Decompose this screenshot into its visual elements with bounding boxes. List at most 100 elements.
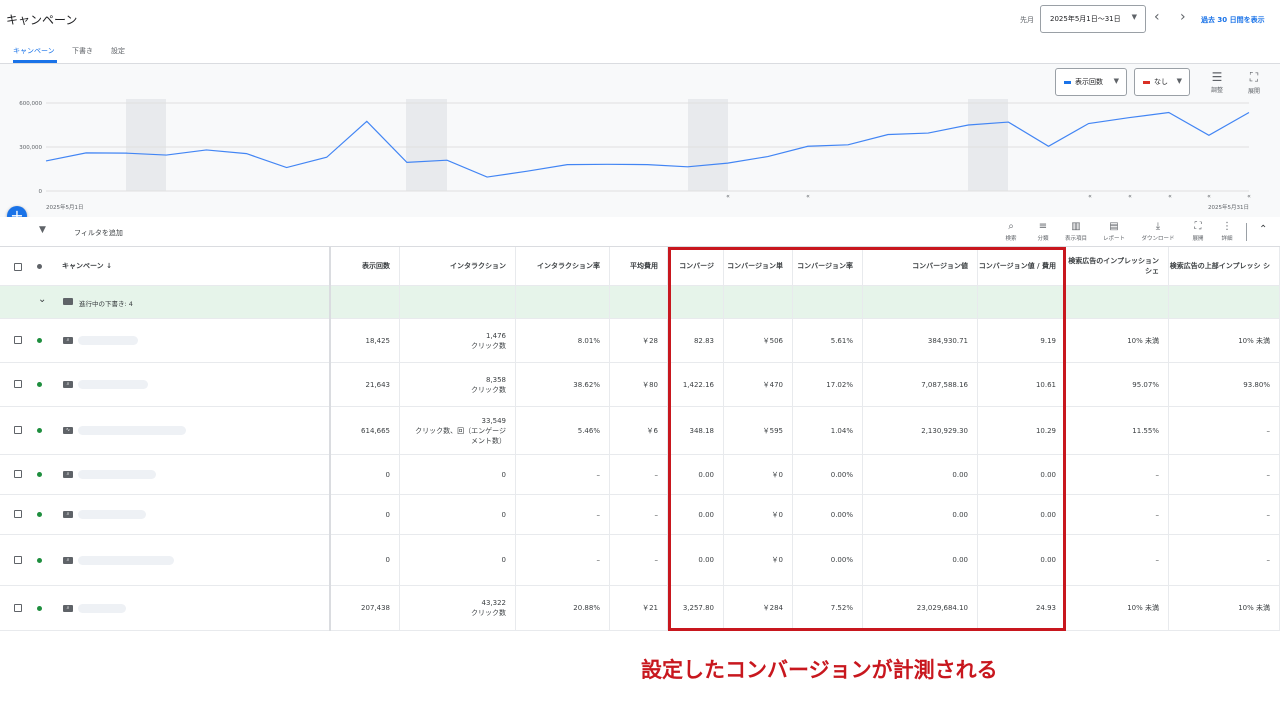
row-checkbox[interactable] [14, 336, 22, 344]
adjust-chart-button[interactable]: ☰ 調整 [1206, 70, 1228, 94]
campaign-name-redacted[interactable] [78, 336, 138, 345]
table-row[interactable]: ⌕ 21,643 8,358 クリック数 38.62% ￥80 1,422.16 ￥470 17… [0, 363, 1280, 407]
cell-is1: – [1066, 455, 1169, 494]
group-cell [1066, 286, 1169, 318]
campaign-name-redacted[interactable] [78, 555, 174, 565]
fullscreen-icon: ⛶ [1249, 70, 1259, 84]
toolbar-divider [1246, 223, 1247, 241]
filter-icon[interactable]: ▼ [39, 225, 46, 235]
cell-avg_cost: – [610, 455, 668, 494]
enabled-status-icon [37, 512, 42, 517]
row-checkbox[interactable] [14, 603, 22, 612]
weekend-band [968, 99, 1008, 191]
group-cell [1169, 286, 1280, 318]
metric1-selector[interactable]: 表示回数 ▼ [1055, 68, 1127, 96]
table-row[interactable]: ∿ 614,665 33,549 クリック数、回（エンゲージ メント数） 5.46% ￥6… [0, 407, 1280, 455]
expand-table-button[interactable]: ⛶ 展開 [1187, 221, 1209, 242]
column-header[interactable]: 表示回数 [330, 247, 400, 285]
cell-is2: – [1169, 535, 1280, 585]
chevron-down-icon[interactable]: ⌄ [38, 294, 46, 305]
column-header[interactable]: 平均費用 [610, 247, 668, 285]
dropdown-arrow-icon: ▼ [1176, 77, 1182, 85]
previous-period-icon[interactable]: ‹ [1154, 9, 1160, 25]
cell-interactions: 8,358 クリック数 [400, 363, 516, 406]
last-30-days-link[interactable]: 過去 30 日間を表示 [1201, 15, 1265, 25]
cell-rate: 20.88% [516, 586, 610, 630]
campaign-name-redacted[interactable] [78, 510, 146, 519]
campaign-name-redacted[interactable] [78, 380, 148, 389]
campaign-name-redacted[interactable] [78, 603, 126, 613]
reports-button[interactable]: ▤ レポート [1099, 221, 1129, 242]
more-label: 詳細 [1221, 236, 1233, 242]
search-label: 検索 [1005, 236, 1017, 242]
expand-label: 展開 [1247, 88, 1260, 95]
cell-is1: 11.55% [1066, 407, 1169, 454]
column-header[interactable]: 検索広告のインプレッション シェ [1066, 247, 1169, 285]
add-filter-button[interactable]: フィルタを追加 [74, 228, 123, 238]
search-button[interactable]: ⌕ 検索 [1001, 221, 1021, 242]
table-row[interactable]: ⌕ 18,425 1,476 クリック数 8.01% ￥28 82.83 ￥506 5.61% 3… [0, 319, 1280, 363]
date-range-selector[interactable]: 2025年5月1日～31日 ▼ [1040, 5, 1146, 33]
segment-button[interactable]: ≡ 分類 [1033, 221, 1053, 242]
cell-interactions: 0 [400, 455, 516, 494]
tab-campaigns[interactable]: キャンペーン [13, 46, 55, 56]
table-row[interactable]: ⌕ 0 0– –0.00 ￥0 0.00% 0.00 0.00– – [0, 535, 1280, 586]
cell-is1: – [1066, 495, 1169, 534]
sliders-icon: ☰ [1211, 70, 1223, 84]
campaign-name-redacted[interactable] [78, 470, 156, 479]
cell-is2: 10% 未満 [1169, 319, 1280, 362]
cell-rate: 38.62% [516, 363, 610, 406]
annotation-marker-icon: « [1088, 193, 1092, 200]
cell-avg_cost: ￥6 [610, 407, 668, 454]
y-tick-label: 300,000 [19, 145, 42, 151]
enabled-status-icon [37, 428, 42, 433]
interactions-value: 0 [501, 556, 506, 564]
columns-button[interactable]: ▥ 表示項目 [1061, 221, 1091, 242]
expand-chart-button[interactable]: ⛶ 展開 [1243, 70, 1265, 95]
drafts-group-row[interactable]: ⌄ 進行中の下書き: 4 [0, 286, 1280, 319]
cell-is2: – [1169, 455, 1280, 494]
column-header[interactable]: キャンペーン ↓ [0, 247, 330, 285]
conversion-columns-highlight [668, 247, 1066, 631]
cell-interactions: 0 [400, 495, 516, 534]
next-period-icon[interactable]: › [1180, 9, 1186, 25]
annotation-marker-icon: « [1168, 193, 1172, 200]
interactions-value: 0 [501, 510, 506, 519]
enabled-status-icon [37, 338, 42, 343]
table-row[interactable]: ⌕ 0 0– –0.00 ￥0 0.00% 0.00 0.00– – [0, 495, 1280, 535]
row-checkbox[interactable] [14, 510, 22, 518]
group-label: 進行中の下書き: 4 [79, 300, 133, 308]
expand-icon: ⛶ [1194, 221, 1202, 232]
metric2-selector[interactable]: なし ▼ [1134, 68, 1190, 96]
column-header[interactable]: 検索広告の上部インプレッシ シ [1169, 247, 1280, 285]
chevron-up-icon[interactable]: ⌃ [1259, 224, 1267, 235]
table-header-row: キャンペーン ↓ 表示回数 インタラクション インタラクション率 平均費用 コンバージ コン… [0, 247, 1280, 286]
columns-icon: ▥ [1071, 221, 1081, 232]
annotation-marker-icon: « [726, 193, 730, 200]
row-checkbox[interactable] [14, 426, 22, 434]
impressions-series-line [45, 111, 1250, 178]
campaign-name-redacted[interactable] [78, 426, 186, 435]
cell-is1: – [1066, 535, 1169, 585]
tab-drafts[interactable]: 下書き [72, 46, 93, 56]
row-checkbox[interactable] [14, 555, 22, 564]
row-checkbox[interactable] [14, 380, 22, 388]
annotation-marker-icon: « [1207, 193, 1211, 200]
tab-settings[interactable]: 設定 [111, 46, 125, 56]
weekend-band [406, 99, 447, 191]
more-button[interactable]: ⋮ 詳細 [1216, 221, 1238, 242]
enabled-status-icon [37, 382, 42, 387]
report-icon: ▤ [1109, 221, 1119, 232]
download-button[interactable]: ⤓ ダウンロード [1136, 221, 1180, 242]
table-row[interactable]: ⌕ 207,438 43,322 クリック数 20.88% ￥21 3,257.80 ￥284… [0, 586, 1280, 631]
campaign-cell [0, 495, 330, 534]
row-checkbox[interactable] [14, 470, 22, 478]
cell-interactions: 1,476 クリック数 [400, 319, 516, 362]
column-header[interactable]: インタラクション率 [516, 247, 610, 285]
column-header[interactable]: インタラクション [400, 247, 516, 285]
search-icon: ⌕ [1008, 221, 1014, 232]
table-row[interactable]: ⌕ 0 0– –0.00 ￥0 0.00% 0.00 0.00– – [0, 455, 1280, 495]
enabled-status-icon [37, 557, 42, 563]
cell-impressions: 0 [330, 535, 400, 585]
annotation-marker-icon: « [1247, 193, 1251, 200]
